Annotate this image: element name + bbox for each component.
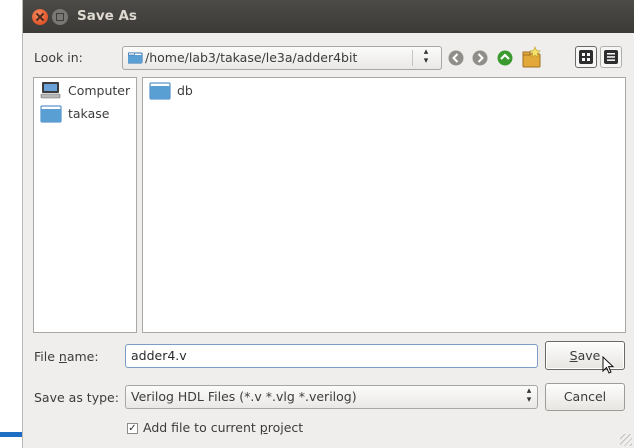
forward-icon	[472, 50, 488, 66]
add-to-project-checkbox[interactable]: ✓	[127, 423, 138, 434]
sidebar-item-label: takase	[68, 106, 110, 121]
file-list[interactable]: db	[142, 77, 626, 333]
folder-icon	[128, 52, 143, 64]
cancel-button[interactable]: Cancel	[545, 383, 625, 411]
file-name-label: File name:	[34, 349, 99, 364]
new-folder-icon	[522, 46, 541, 68]
icon-view-button[interactable]	[575, 46, 597, 68]
save-type-combo[interactable]: Verilog HDL Files (*.v *.vlg *.verilog) …	[125, 385, 538, 409]
detail-view-icon	[604, 50, 618, 64]
sidebar-item-label: Computer	[68, 83, 131, 98]
file-name-input[interactable]: adder4.v	[125, 344, 538, 368]
list-item[interactable]: db	[147, 81, 207, 101]
back-button[interactable]	[446, 48, 466, 68]
back-icon	[448, 50, 464, 66]
detail-view-button[interactable]	[600, 46, 622, 68]
window-title: Save As	[77, 8, 137, 24]
look-in-combo[interactable]: /home/lab3/takase/le3a/adder4bit ▴ ▾	[122, 46, 442, 70]
icon-view-icon	[579, 50, 593, 64]
folder-icon	[40, 105, 62, 123]
up-button[interactable]	[495, 48, 515, 68]
combo-arrows-icon: ▴ ▾	[423, 47, 429, 66]
computer-icon	[40, 82, 61, 99]
up-icon	[497, 50, 513, 66]
combo-arrows-icon: ▴ ▾	[526, 386, 532, 405]
add-to-project-label[interactable]: Add file to current project	[143, 420, 303, 435]
sidebar-item-takase[interactable]: takase	[38, 104, 134, 124]
folder-icon	[149, 82, 171, 100]
file-name-value: adder4.v	[131, 348, 187, 363]
forward-button[interactable]	[470, 48, 490, 68]
look-in-label: Look in:	[34, 50, 83, 65]
places-sidebar[interactable]: Computer takase	[33, 77, 149, 333]
title-bar[interactable]: Save As	[23, 0, 634, 33]
minimize-icon[interactable]	[52, 9, 68, 25]
new-folder-button[interactable]	[520, 46, 544, 70]
background-accent-bar	[0, 432, 22, 437]
save-type-label: Save as type:	[34, 390, 119, 405]
save-as-dialog: Save As Look in: /home/lab3/takase/le3a/…	[22, 0, 634, 448]
close-icon[interactable]	[32, 9, 48, 25]
cursor-icon	[602, 356, 615, 374]
look-in-path: /home/lab3/takase/le3a/adder4bit	[145, 50, 358, 65]
save-type-value: Verilog HDL Files (*.v *.vlg *.verilog)	[131, 389, 357, 404]
file-name: db	[177, 83, 193, 98]
resize-grip[interactable]	[620, 434, 632, 446]
sidebar-item-computer[interactable]: Computer	[38, 81, 134, 101]
